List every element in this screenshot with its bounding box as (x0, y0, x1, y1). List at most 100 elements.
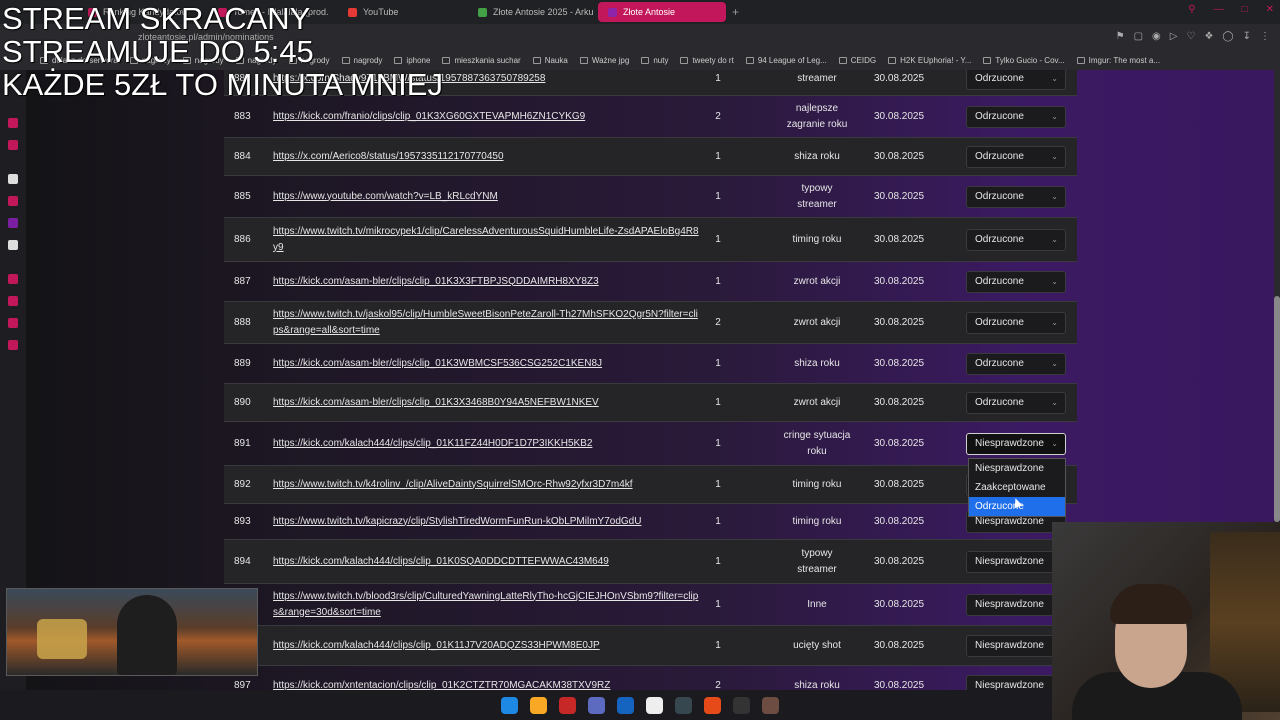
bookmark-item[interactable]: mieszkania suchar (442, 56, 521, 65)
browser-tab[interactable]: Złote Antosie 2025 - Arku (468, 2, 596, 22)
sidebar-app-icon[interactable] (8, 174, 18, 184)
bookmark-icon[interactable]: ⚑ (1116, 31, 1125, 42)
nomination-date: 30.08.2025 (874, 479, 925, 490)
file-explorer-icon[interactable] (530, 696, 547, 714)
opera-icon[interactable] (559, 696, 576, 714)
tab-title: Złote Antosie (623, 7, 676, 17)
camera-icon[interactable]: ◉ (1152, 31, 1161, 42)
settings-icon[interactable] (8, 340, 18, 350)
status-select[interactable]: Odrzucone ⌄ (966, 228, 1066, 251)
twitch-icon[interactable] (8, 218, 18, 228)
nomination-link[interactable]: https://www.twitch.tv/blood3rs/clip/Cult… (273, 584, 703, 625)
app-icon[interactable] (733, 696, 750, 714)
play-icon[interactable]: ▷ (1170, 31, 1178, 42)
nomination-link[interactable]: https://www.twitch.tv/mikrocypek1/clip/C… (273, 218, 703, 261)
chevron-down-icon: ⌄ (1051, 74, 1058, 83)
bookmark-label: Ważne jpg (591, 55, 630, 65)
nomination-link[interactable]: https://www.twitch.tv/k4rolinv_/clip/Ali… (273, 466, 703, 503)
status-select[interactable]: Odrzucone ⌄ (966, 391, 1066, 414)
new-tab-button[interactable]: + (732, 5, 739, 19)
sidebar-app-icon[interactable] (8, 196, 18, 206)
nomination-category: zwrot akcji (793, 316, 841, 328)
status-cell: Odrzucone ⌄ (966, 218, 1066, 261)
sidebar-app-icon[interactable] (8, 274, 18, 284)
nomination-count: 1 (715, 151, 721, 162)
sidebar-app-icon[interactable] (8, 118, 18, 128)
chevron-down-icon: ⌄ (1051, 318, 1058, 327)
steam-icon[interactable] (675, 696, 692, 714)
status-select[interactable]: Odrzucone ⌄ (966, 70, 1066, 90)
nomination-link[interactable]: https://x.com/Aerico8/status/19573351121… (273, 138, 703, 175)
status-option[interactable]: Zaakceptowane (969, 478, 1065, 497)
status-select[interactable]: Niesprawdzone⌄ (966, 593, 1066, 616)
sidebar-app-icon[interactable] (8, 140, 18, 150)
status-select[interactable]: Niesprawdzone⌄ (966, 634, 1066, 657)
bookmark-item[interactable]: Tylko Gucio - Cov... (983, 56, 1065, 65)
bookmark-label: tweety do rt (692, 55, 734, 65)
table-row: 895https://www.twitch.tv/blood3rs/clip/C… (224, 584, 1077, 626)
messenger-icon[interactable] (617, 696, 634, 714)
x-icon[interactable] (8, 240, 18, 250)
status-option[interactable]: Niesprawdzone (969, 459, 1065, 478)
status-select[interactable]: Niesprawdzone⌄ (966, 674, 1066, 690)
nomination-count: 1 (715, 397, 721, 408)
status-value: Odrzucone (975, 317, 1024, 328)
bookmark-label: CEIDG (850, 55, 877, 65)
status-value: Niesprawdzone (975, 516, 1044, 527)
bookmark-item[interactable]: nuty (641, 56, 668, 65)
status-select[interactable]: Odrzucone ⌄ (966, 311, 1066, 334)
minimize-icon[interactable]: — (1214, 4, 1224, 15)
sidebar-app-icon[interactable] (8, 318, 18, 328)
nomination-link[interactable]: https://kick.com/kalach444/clips/clip_01… (273, 422, 703, 465)
nomination-link[interactable]: https://kick.com/asam-bler/clips/clip_01… (273, 262, 703, 301)
extensions-icon[interactable]: ❖ (1204, 31, 1213, 42)
status-select[interactable]: Odrzucone ⌄ (966, 185, 1066, 208)
status-select[interactable]: Odrzucone ⌄ (966, 352, 1066, 375)
nomination-link[interactable]: https://www.twitch.tv/kapicrazy/clip/Sty… (273, 504, 703, 539)
status-select[interactable]: Niesprawdzone⌄ (966, 550, 1066, 573)
app-icon[interactable] (762, 696, 779, 714)
nomination-category: timing roku (792, 515, 842, 527)
nomination-link[interactable]: https://www.twitch.tv/jaskol95/clip/Humb… (273, 302, 703, 343)
profile-icon[interactable]: ◯ (1222, 31, 1233, 42)
nomination-link[interactable]: https://kick.com/xntentacion/clips/clip_… (273, 666, 703, 691)
nomination-date: 30.08.2025 (874, 358, 925, 369)
nomination-date: 30.08.2025 (874, 599, 925, 610)
nomination-link[interactable]: https://kick.com/asam-bler/clips/clip_01… (273, 384, 703, 421)
menu-icon[interactable]: ⋮ (1260, 31, 1270, 42)
bookmark-item[interactable]: Imgur: The most a... (1076, 56, 1160, 65)
bookmark-item[interactable]: Nauka (532, 56, 568, 65)
search-icon[interactable]: ⚲ (1188, 4, 1195, 15)
maximize-icon[interactable]: □ (1242, 4, 1248, 15)
discord-icon[interactable] (588, 696, 605, 714)
folder-icon (1076, 56, 1085, 64)
app-icon[interactable] (704, 696, 721, 714)
bookmark-item[interactable]: CEIDG (838, 55, 877, 65)
sidebar-app-icon[interactable] (8, 296, 18, 306)
nomination-link[interactable]: https://www.youtube.com/watch?v=LB_kRLcd… (273, 176, 703, 217)
status-value: Niesprawdzone (975, 556, 1044, 567)
nomination-category: typowy streamer (797, 182, 837, 210)
status-select[interactable]: Niesprawdzone⌄ (966, 432, 1066, 455)
nomination-id: 890 (234, 397, 251, 408)
browser-tab[interactable]: Złote Antosie (598, 2, 726, 22)
download-icon[interactable]: ↧ (1243, 31, 1251, 42)
tab-favicon-icon (478, 7, 487, 17)
nomination-link[interactable]: https://kick.com/kalach444/clips/clip_01… (273, 540, 703, 583)
nomination-link[interactable]: https://kick.com/kalach444/clips/clip_01… (273, 626, 703, 665)
status-select[interactable]: Odrzucone ⌄ (966, 145, 1066, 168)
heart-icon[interactable]: ♡ (1186, 31, 1195, 42)
windows-start-icon[interactable] (501, 696, 518, 714)
nomination-link[interactable]: https://kick.com/franio/clips/clip_01K3X… (273, 96, 703, 137)
bookmark-item[interactable]: Ważne jpg (579, 55, 630, 65)
status-select[interactable]: Odrzucone ⌄ (966, 105, 1066, 128)
bookmark-item[interactable]: H2K EUphoria! - Y... (888, 56, 971, 65)
nomination-link[interactable]: https://kick.com/asam-bler/clips/clip_01… (273, 344, 703, 383)
obs-icon[interactable] (646, 696, 663, 714)
bookmark-item[interactable]: 94 League of Leg... (745, 56, 827, 65)
folder-icon (532, 56, 541, 64)
screenshot-icon[interactable]: ▢ (1134, 31, 1143, 42)
bookmark-item[interactable]: tweety do rt (680, 55, 734, 65)
close-icon[interactable]: ✕ (1266, 4, 1274, 15)
status-select[interactable]: Odrzucone ⌄ (966, 270, 1066, 293)
